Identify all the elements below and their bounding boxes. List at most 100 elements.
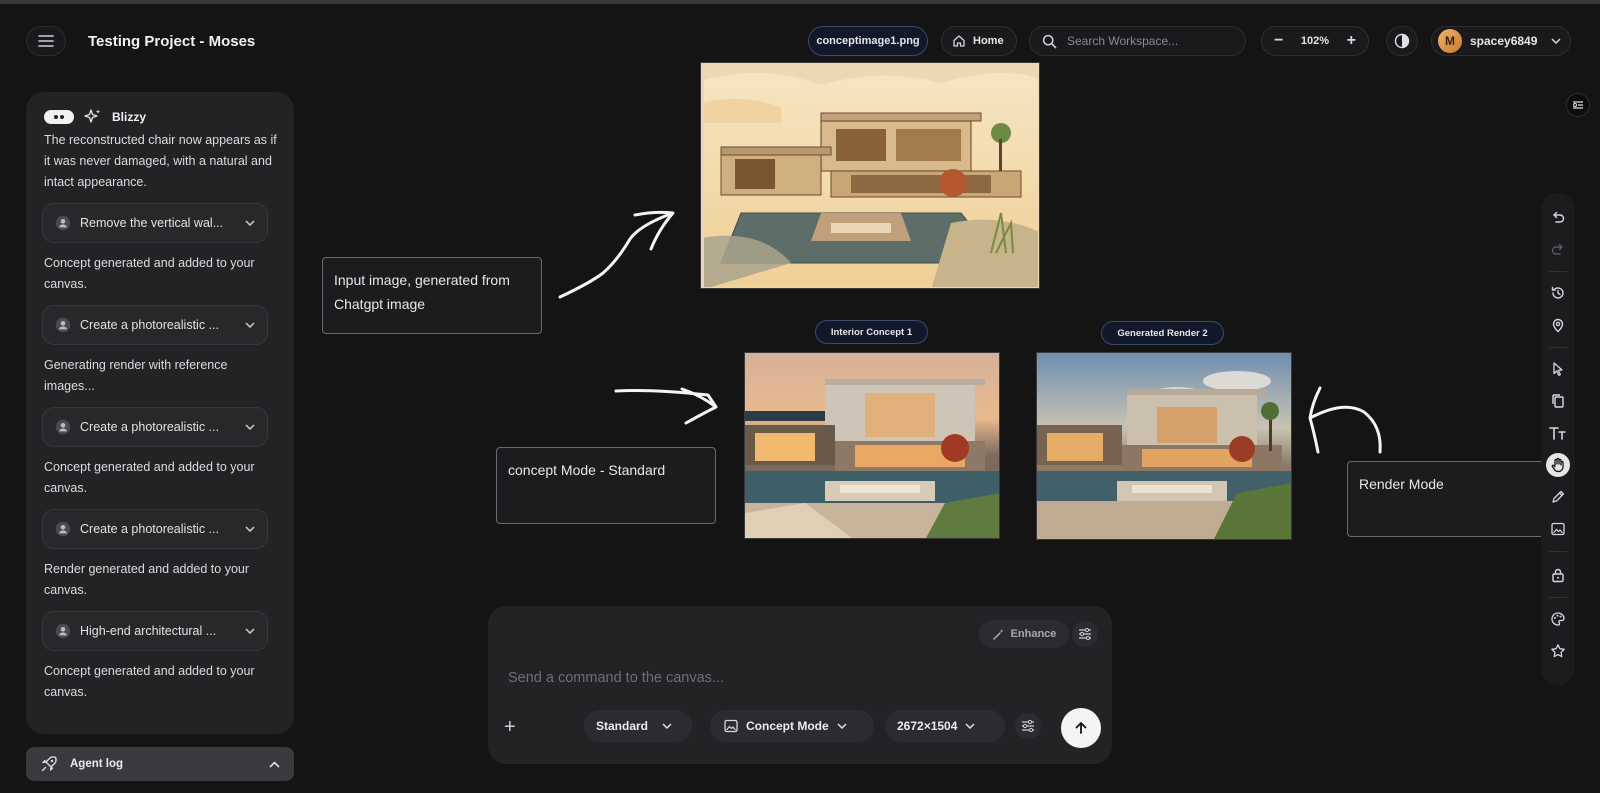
chevron-down-icon	[245, 424, 255, 430]
user-icon	[55, 521, 71, 537]
arrow-up-icon	[1075, 722, 1087, 734]
sliders-icon	[1079, 627, 1091, 641]
edit-tool[interactable]	[1546, 485, 1570, 509]
input-concept-image[interactable]	[700, 62, 1040, 289]
menu-button[interactable]	[26, 26, 66, 56]
search-bar[interactable]: Search Workspace...	[1029, 26, 1246, 56]
chat-command-text: Create a photorealistic ...	[80, 522, 219, 536]
note-input-image[interactable]: Input image, generated from Chatgpt imag…	[322, 257, 542, 334]
chat-panel: Blizzy The reconstructed chair now appea…	[26, 92, 294, 734]
history-button[interactable]	[1546, 281, 1570, 305]
resolution-select[interactable]: 2672×1504	[885, 710, 1005, 742]
quality-value: Standard	[596, 719, 649, 733]
zoom-level: 102%	[1300, 35, 1330, 47]
toolbar-divider	[1549, 551, 1567, 552]
file-name-badge[interactable]: conceptimage1.png	[808, 26, 928, 56]
mode-value: Concept Mode	[746, 719, 829, 733]
edit-icon	[1552, 490, 1565, 503]
home-button[interactable]: Home	[941, 26, 1017, 56]
pointer-icon	[1553, 362, 1563, 376]
star-icon	[1551, 644, 1565, 658]
chat-command-text: Create a photorealistic ...	[80, 420, 219, 434]
chevron-down-icon	[245, 322, 255, 328]
redo-button[interactable]	[1546, 237, 1570, 261]
note-render-mode[interactable]: Render Mode	[1347, 461, 1547, 537]
location-button[interactable]	[1546, 313, 1570, 337]
tag-interior-concept[interactable]: Interior Concept 1	[815, 320, 928, 344]
text-tool[interactable]	[1546, 421, 1570, 445]
prompt-box: Enhance + Standard Concept Mode 2672×150…	[488, 606, 1112, 764]
tag-generated-render[interactable]: Generated Render 2	[1101, 321, 1224, 345]
send-button[interactable]	[1061, 708, 1101, 748]
agent-log-label: Agent log	[70, 758, 124, 770]
mode-select[interactable]: Concept Mode	[710, 710, 874, 742]
toolbar-divider	[1549, 347, 1567, 348]
palette-button[interactable]	[1546, 607, 1570, 631]
chat-toggle[interactable]	[44, 110, 74, 124]
assistant-name: Blizzy	[112, 110, 147, 124]
concept-image[interactable]	[744, 352, 1000, 539]
home-icon	[953, 35, 965, 47]
advanced-settings-button[interactable]	[1015, 713, 1041, 739]
window-top-border	[0, 0, 1600, 4]
rocket-icon	[41, 756, 57, 772]
chat-command-text: Create a photorealistic ...	[80, 318, 219, 332]
villa-sketch-picture	[701, 63, 1039, 288]
magic-wand-icon	[992, 628, 1004, 640]
select-tool[interactable]	[1546, 357, 1570, 381]
text-icon	[1549, 427, 1566, 440]
chat-command[interactable]: Remove the vertical wal...	[42, 203, 268, 243]
chevron-down-icon	[245, 220, 255, 226]
hamburger-icon	[38, 35, 54, 47]
username: spacey6849	[1470, 34, 1538, 48]
redo-icon	[1551, 243, 1563, 255]
chevron-down-icon	[837, 723, 847, 729]
note-concept-mode[interactable]: concept Mode - Standard	[496, 447, 716, 524]
arrow-annotation	[1308, 386, 1382, 454]
location-icon	[1552, 318, 1564, 333]
image-icon	[724, 719, 738, 733]
chat-command[interactable]: Create a photorealistic ...	[42, 407, 268, 447]
chat-command[interactable]: Create a photorealistic ...	[42, 305, 268, 345]
villa-render-picture	[1037, 353, 1291, 539]
image-icon	[1551, 522, 1565, 536]
undo-icon	[1553, 211, 1565, 223]
chevron-down-icon	[245, 526, 255, 532]
chat-command[interactable]: Create a photorealistic ...	[42, 509, 268, 549]
arrow-annotation	[558, 210, 675, 299]
chat-message: Concept generated and added to your canv…	[44, 664, 255, 699]
zoom-out-button[interactable]: −	[1274, 32, 1283, 50]
chat-command-text: Remove the vertical wal...	[80, 216, 224, 230]
agent-log-toggle[interactable]: Agent log	[26, 747, 294, 781]
chevron-down-icon	[1551, 38, 1561, 44]
chat-header: Blizzy	[44, 108, 146, 126]
chat-message: Concept generated and added to your canv…	[44, 256, 255, 291]
enhance-button[interactable]: Enhance	[979, 620, 1069, 648]
command-input[interactable]	[508, 666, 1068, 690]
add-attachment-button[interactable]: +	[504, 716, 516, 739]
user-menu[interactable]: M spacey6849	[1431, 26, 1571, 56]
chat-message: The reconstructed chair now appears as i…	[44, 133, 277, 189]
favorites-button[interactable]	[1546, 639, 1570, 663]
sparkles-icon	[84, 109, 101, 123]
undo-button[interactable]	[1546, 205, 1570, 229]
history-icon	[1551, 286, 1564, 299]
properties-button[interactable]	[1566, 93, 1590, 117]
arrow-annotation	[614, 387, 718, 425]
resolution-value: 2672×1504	[897, 719, 958, 733]
hand-tool[interactable]	[1546, 453, 1570, 477]
user-icon	[55, 317, 71, 333]
chat-command[interactable]: High-end architectural ...	[42, 611, 268, 651]
render-image[interactable]	[1036, 352, 1292, 540]
search-icon	[1042, 34, 1057, 48]
theme-toggle-button[interactable]	[1386, 26, 1418, 56]
prompt-settings-button[interactable]	[1072, 621, 1098, 647]
image-tool[interactable]	[1546, 517, 1570, 541]
chevron-down-icon	[965, 723, 975, 729]
lock-button[interactable]	[1546, 563, 1570, 587]
duplicate-tool[interactable]	[1546, 389, 1570, 413]
hand-icon	[1551, 457, 1564, 473]
zoom-in-button[interactable]: +	[1347, 32, 1356, 50]
enhance-label: Enhance	[1010, 628, 1057, 640]
quality-select[interactable]: Standard	[584, 710, 692, 742]
